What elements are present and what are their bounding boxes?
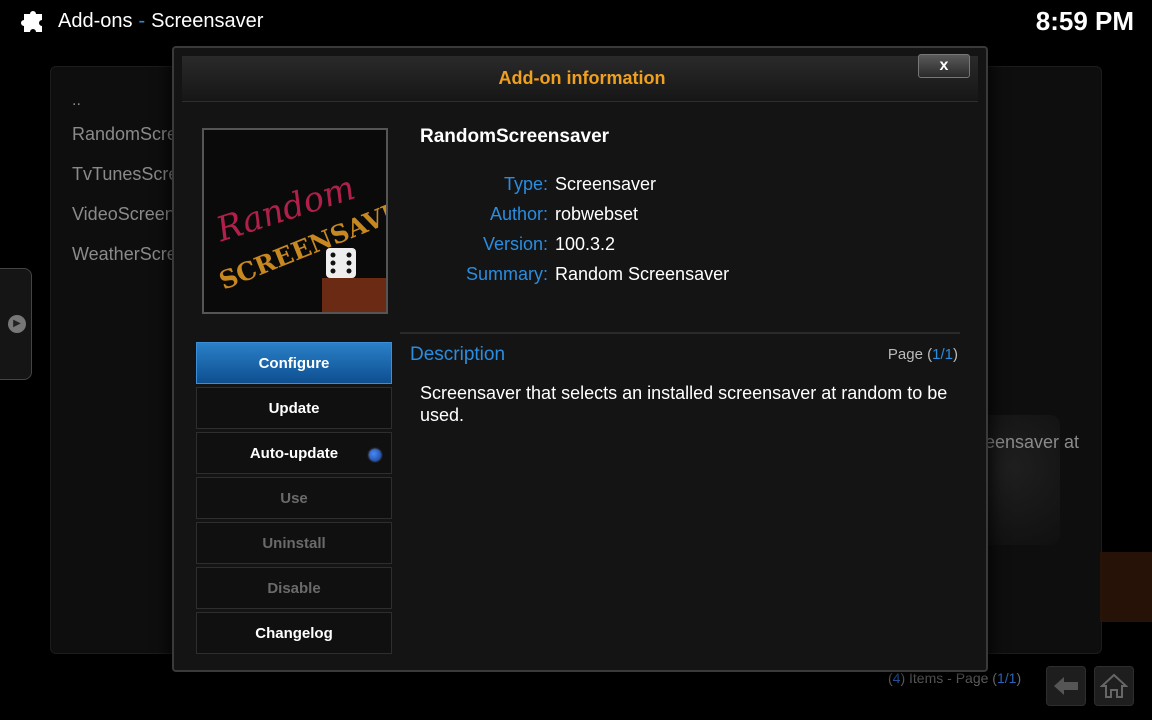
version-label: Version:: [482, 234, 548, 254]
list-item-parent[interactable]: ..: [72, 92, 182, 124]
update-button[interactable]: Update: [196, 387, 392, 429]
info-row-summary: Summary: Random Screensaver: [414, 264, 974, 288]
list-item[interactable]: RandomScreensaver: [72, 124, 182, 164]
list-item[interactable]: TvTunesScreensaver: [72, 164, 182, 204]
puzzle-piece-icon: [21, 11, 42, 32]
use-button[interactable]: Use: [196, 477, 392, 519]
summary-value: Random Screensaver: [555, 264, 730, 284]
changelog-button-label: Changelog: [255, 624, 333, 642]
info-row-version: Version: 100.3.2: [414, 234, 974, 258]
configure-button[interactable]: Configure: [196, 342, 392, 384]
disable-button[interactable]: Disable: [196, 567, 392, 609]
items-label: Items - Page: [909, 670, 989, 686]
background-addon-list: .. RandomScreensaver TvTunesScreensaver …: [72, 92, 182, 284]
uninstall-button[interactable]: Uninstall: [196, 522, 392, 564]
changelog-button[interactable]: Changelog: [196, 612, 392, 654]
section-divider: [400, 332, 960, 334]
back-button[interactable]: [1046, 666, 1086, 706]
breadcrumb-separator: -: [138, 10, 146, 32]
type-label: Type:: [503, 174, 548, 194]
back-arrow-icon: [1054, 677, 1078, 695]
page-value: 1/1: [932, 346, 953, 363]
auto-update-toggle[interactable]: Auto-update: [196, 432, 392, 474]
close-button[interactable]: x: [918, 54, 970, 78]
page-label: Page: [887, 346, 923, 363]
addon-thumbnail-art: Random SCREENSAVER: [204, 130, 386, 312]
background-summary-text: eensaver at: [985, 432, 1080, 452]
items-count: 4: [892, 670, 901, 686]
items-page-info: (4) Items - Page (1/1): [888, 670, 1022, 686]
auto-update-label: Auto-update: [249, 444, 339, 462]
breadcrumb-section: Add-ons: [58, 10, 133, 32]
author-label: Author:: [489, 204, 548, 224]
configure-button-label: Configure: [258, 354, 330, 372]
home-button[interactable]: [1094, 666, 1134, 706]
addon-info-dialog: Add-on information x Random SCREENSAVER …: [172, 46, 988, 672]
version-value: 100.3.2: [555, 234, 616, 254]
info-row-type: Type: Screensaver: [414, 174, 974, 198]
use-button-label: Use: [280, 489, 308, 507]
breadcrumb: Add-ons - Screensaver: [58, 10, 263, 33]
radio-on-icon: [369, 449, 381, 461]
type-value: Screensaver: [555, 174, 657, 194]
home-icon: [1100, 673, 1128, 698]
description-heading: Description: [410, 344, 506, 365]
clock: 8:59 PM: [1035, 6, 1134, 36]
list-item[interactable]: WeatherScreensaver: [72, 244, 182, 284]
list-item[interactable]: VideoScreensaver: [72, 204, 182, 244]
chevron-right-icon: ▶: [8, 315, 26, 333]
author-value: robwebset: [555, 204, 639, 224]
addon-thumbnail: Random SCREENSAVER: [202, 128, 388, 314]
background-decoration: [1100, 552, 1152, 622]
dialog-title: Add-on information: [498, 68, 666, 88]
top-bar: Add-ons - Screensaver 8:59 PM: [0, 0, 1152, 44]
breadcrumb-subsection: Screensaver: [151, 10, 264, 32]
info-row-author: Author: robwebset: [414, 204, 974, 228]
description-text[interactable]: Screensaver that selects an installed sc…: [420, 382, 960, 426]
uninstall-button-label: Uninstall: [262, 534, 326, 552]
addon-name: RandomScreensaver: [420, 126, 610, 147]
description-page-indicator: Page (1/1): [887, 346, 958, 363]
disable-button-label: Disable: [267, 579, 321, 597]
summary-label: Summary:: [465, 264, 548, 284]
page-number: 1/1: [996, 670, 1017, 686]
side-menu-tab[interactable]: ▶: [0, 268, 32, 380]
update-button-label: Update: [268, 399, 320, 417]
